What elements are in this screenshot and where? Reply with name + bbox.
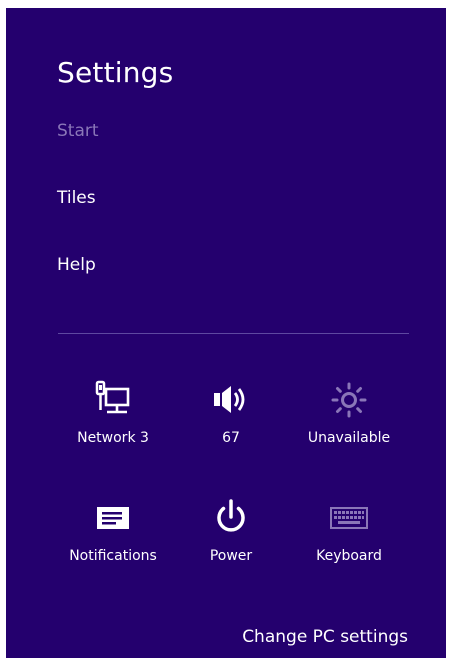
volume-button[interactable]: 67 — [171, 370, 291, 466]
keyboard-button: Keyboard — [289, 488, 409, 584]
volume-label: 67 — [222, 430, 240, 446]
network-label: Network 3 — [77, 430, 149, 446]
change-pc-settings-link[interactable]: Change PC settings — [242, 627, 408, 647]
brightness-icon — [289, 378, 409, 422]
power-label: Power — [209, 548, 253, 564]
brightness-button: Unavailable — [289, 370, 409, 466]
divider — [58, 333, 409, 334]
menu-item-tiles[interactable]: Tiles — [57, 188, 96, 208]
menu-item-start[interactable]: Start — [57, 121, 99, 141]
page-title: Settings — [57, 56, 174, 89]
notifications-icon — [53, 496, 173, 540]
keyboard-label: Keyboard — [316, 548, 382, 564]
volume-icon — [171, 378, 291, 422]
network-wired-icon — [53, 378, 173, 422]
power-icon — [171, 496, 291, 540]
notifications-button[interactable]: Notifications — [53, 488, 173, 584]
network-button[interactable]: Network 3 — [53, 370, 173, 466]
settings-charm-panel: Settings Start Tiles Help Network 3 67 U… — [6, 8, 446, 658]
power-button[interactable]: Power — [171, 488, 291, 584]
brightness-label: Unavailable — [307, 430, 391, 446]
menu-item-help[interactable]: Help — [57, 255, 96, 275]
notifications-label: Notifications — [69, 548, 157, 564]
keyboard-icon — [289, 496, 409, 540]
